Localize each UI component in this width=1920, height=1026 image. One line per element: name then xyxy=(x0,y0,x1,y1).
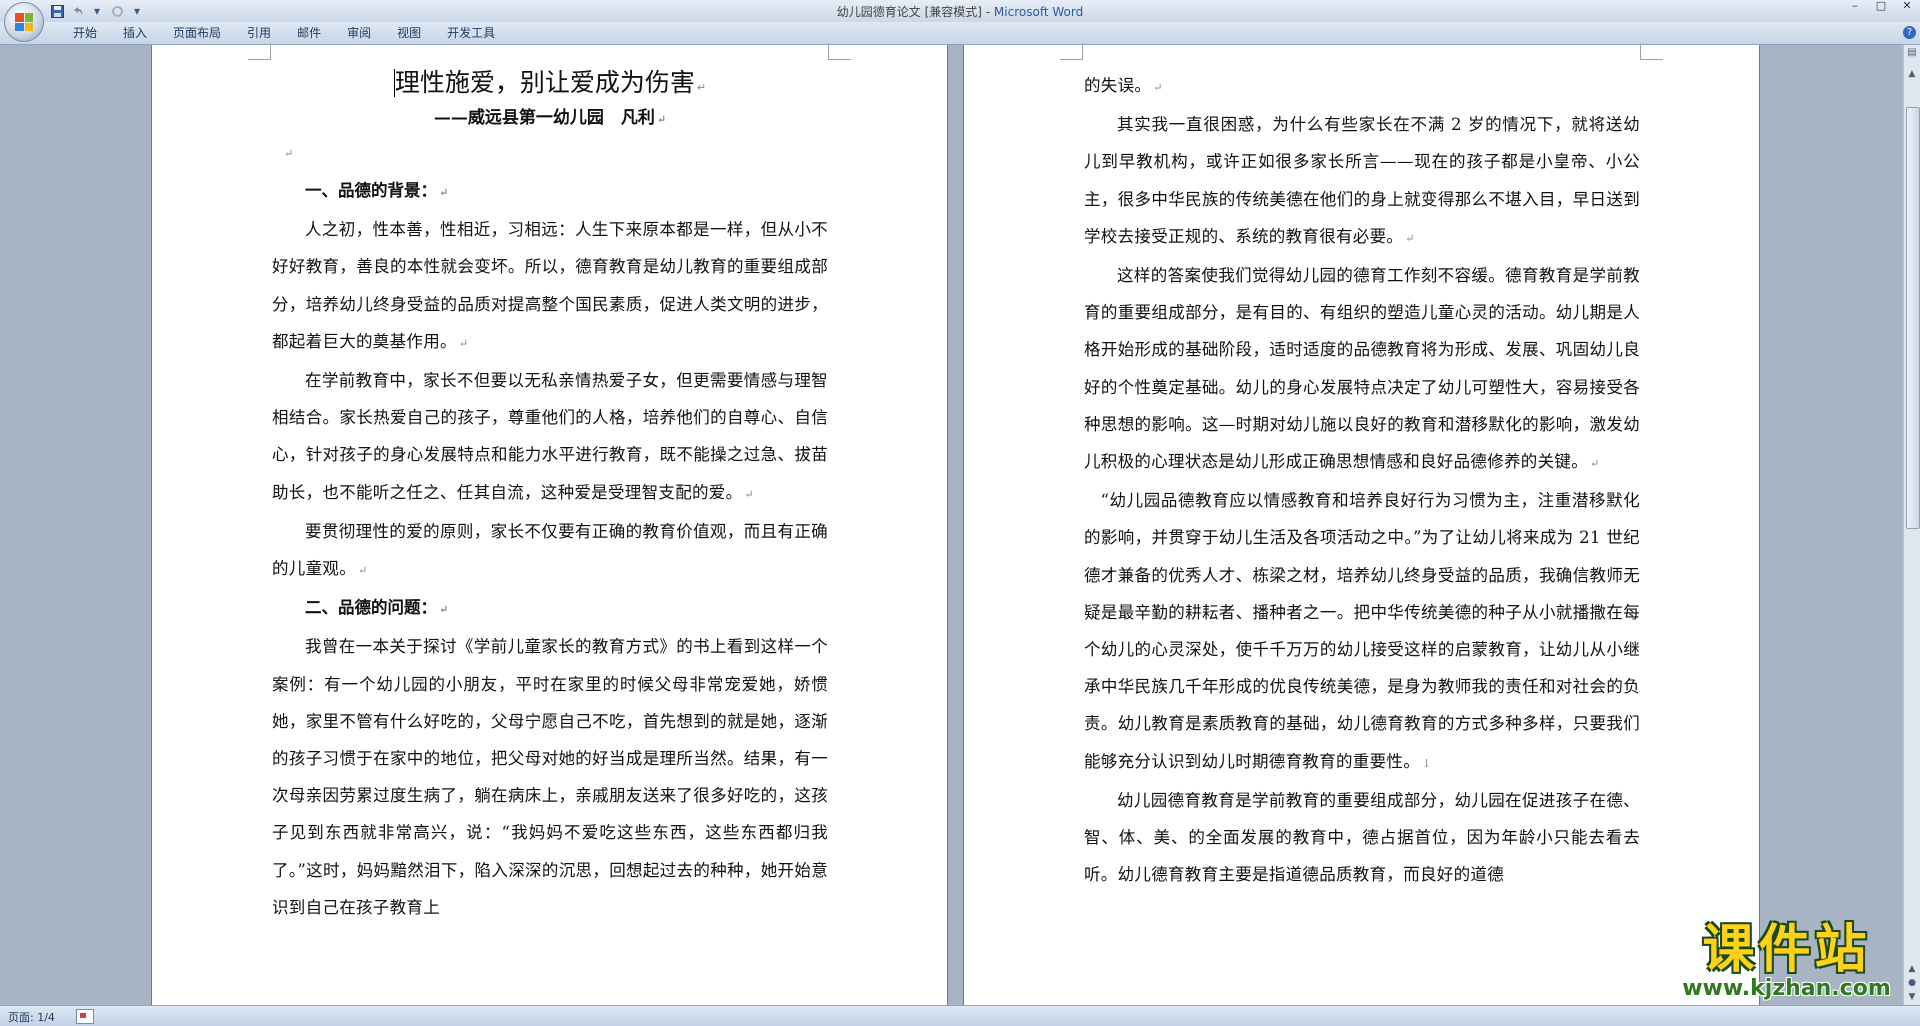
tab-view[interactable]: 视图 xyxy=(384,26,434,41)
office-logo-icon xyxy=(15,13,33,31)
section-heading-1: 一、品德的背景： ↵ xyxy=(305,181,449,200)
application-name: Microsoft Word xyxy=(993,5,1084,19)
tab-references[interactable]: 引用 xyxy=(234,26,284,41)
tab-review[interactable]: 审阅 xyxy=(334,26,384,41)
page-counter[interactable]: 页面: 1/4 xyxy=(8,1009,55,1025)
tab-home[interactable]: 开始 xyxy=(60,26,110,41)
document-page-2[interactable]: 的失误。 ↵ 其实我一直很困惑，为什么有些家长在不满 2 岁的情况下，就将送幼儿到… xyxy=(964,45,1759,1005)
window-controls: – □ ✕ xyxy=(1842,0,1920,14)
tab-developer[interactable]: 开发工具 xyxy=(434,26,508,41)
title-bar: ▾ ▾ 幼儿园德育论文 [兼容模式] - Microsoft Word – □ … xyxy=(0,0,1920,42)
paragraph-mark: ↵ xyxy=(439,186,449,199)
tab-mailings[interactable]: 邮件 xyxy=(284,26,334,41)
paragraph-mark: ↵ xyxy=(744,487,754,501)
proofing-status-icon[interactable] xyxy=(76,1009,94,1024)
close-button[interactable]: ✕ xyxy=(1894,0,1920,14)
crop-mark xyxy=(1640,45,1663,60)
document-title-heading: 理性施爱，别让爱成为伤害 ↵ xyxy=(393,68,707,97)
tab-page-layout[interactable]: 页面布局 xyxy=(160,26,234,41)
document-page-1[interactable]: 理性施爱，别让爱成为伤害 ↵ ——威远县第一幼儿园 凡利 ↵ ↵ 一、品德的背景： ↵… xyxy=(152,45,947,1005)
maximize-button[interactable]: □ xyxy=(1868,0,1894,14)
author-line: ——威远县第一幼儿园 凡利 ↵ xyxy=(433,108,667,128)
paragraph: 人之初，性本善，性相近，习相远：人生下来原本都是一样，但从小不好好教育，善良的本… xyxy=(272,220,828,351)
previous-page-icon[interactable]: ▲ xyxy=(1906,963,1918,975)
paragraph-mark: ↵ xyxy=(656,113,667,126)
ribbon-tab-bar: 开始 插入 页面布局 引用 邮件 审阅 视图 开发工具 ? xyxy=(0,22,1920,45)
paragraph: 在学前教育中，家长不但要以无私亲情热爱子女，但更需要情感与理智相结合。家长热爱自… xyxy=(272,371,828,502)
vertical-scrollbar[interactable]: ▤ ▲ ▲ ● ▼ xyxy=(1903,45,1920,1005)
paragraph-mark: ↵ xyxy=(458,336,469,350)
empty-paragraph: ↵ xyxy=(272,135,828,172)
watermark-logo: 课件站 www.kjzhan.com xyxy=(1669,922,1904,1002)
paragraph: 要贯彻理性的爱的原则，家长不仅要有正确的教育价值观，而且有正确的儿童观。 ↵ xyxy=(272,521,828,579)
crop-mark xyxy=(828,45,851,60)
ruler-toggle-icon[interactable]: ▤ xyxy=(1906,47,1918,59)
paragraph-mark: ↵ xyxy=(696,81,707,94)
status-bar: 页面: 1/4 xyxy=(0,1005,1920,1026)
scroll-up-arrow-icon[interactable]: ▲ xyxy=(1906,69,1918,81)
paragraph-mark: ↵ xyxy=(358,564,368,578)
minimize-button[interactable]: – xyxy=(1842,0,1868,14)
next-page-icon[interactable]: ▼ xyxy=(1906,991,1918,1003)
paragraph: 这样的答案使我们觉得幼儿园的德育工作刻不容缓。德育教育是学前教育的重要组成部分，… xyxy=(1084,266,1640,472)
document-area[interactable]: 理性施爱，别让爱成为伤害 ↵ ——威远县第一幼儿园 凡利 ↵ ↵ 一、品德的背景： ↵… xyxy=(0,45,1904,1005)
paragraph-mark: ↵ xyxy=(1153,81,1163,94)
paragraph: 的失误。 ↵ xyxy=(1084,76,1163,95)
manual-line-break-mark: ↓ xyxy=(1422,756,1432,770)
paragraph: 其实我一直很困惑，为什么有些家长在不满 2 岁的情况下，就将送幼儿到早教机构，或… xyxy=(1084,115,1640,246)
paragraph-mark: ↵ xyxy=(284,147,294,160)
select-browse-object-icon[interactable]: ● xyxy=(1906,977,1918,989)
scrollbar-thumb[interactable] xyxy=(1906,107,1920,529)
window-title: 幼儿园德育论文 [兼容模式] - Microsoft Word xyxy=(0,3,1920,20)
paragraph: 我曾在一本关于探讨《学前儿童家长的教育方式》的书上看到这样一个案例：有一个幼儿园… xyxy=(272,637,828,917)
crop-mark xyxy=(1060,45,1083,60)
paragraph: 幼儿园德育教育是学前教育的重要组成部分，幼儿园在促进孩子在德、智、体、美、的全面… xyxy=(1084,790,1640,885)
paragraph-mark: ↵ xyxy=(1405,231,1415,245)
watermark-url: www.kjzhan.com xyxy=(1682,976,1891,1001)
paragraph-mark: ↵ xyxy=(439,603,449,617)
paragraph-mark: ↵ xyxy=(1590,457,1600,471)
tab-insert[interactable]: 插入 xyxy=(110,26,160,41)
document-title: 幼儿园德育论文 [兼容模式] - xyxy=(836,5,994,19)
crop-mark xyxy=(248,45,271,60)
paragraph: “幼儿园品德教育应以情感教育和培养良好行为习惯为主，注重潜移默化的影响，并贯穿于… xyxy=(1084,491,1640,771)
section-heading-2: 二、品德的问题： ↵ xyxy=(305,598,449,618)
office-button[interactable] xyxy=(4,2,44,42)
watermark-text: 课件站 xyxy=(1702,920,1871,980)
help-icon[interactable]: ? xyxy=(1903,26,1916,39)
